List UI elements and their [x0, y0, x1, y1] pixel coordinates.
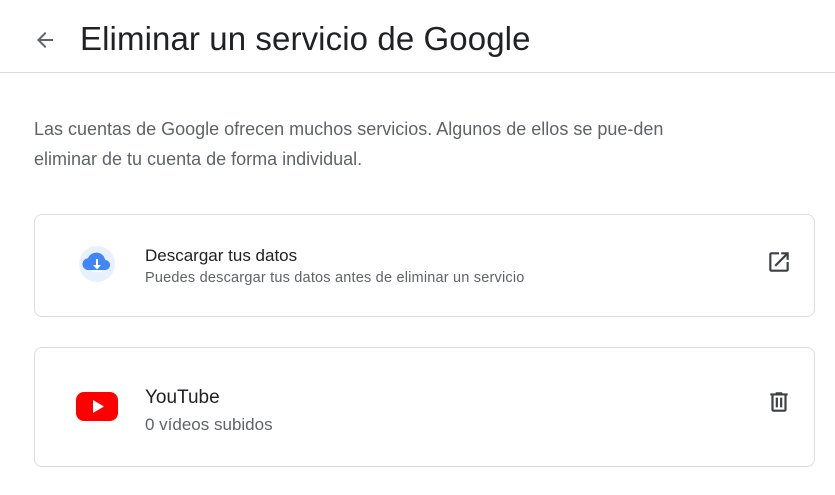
trash-icon — [770, 392, 788, 412]
intro-text: Las cuentas de Google ofrecen muchos ser… — [34, 119, 664, 169]
download-data-subtitle: Puedes descargar tus datos antes de elim… — [145, 270, 525, 286]
cloud-download-icon — [75, 242, 119, 286]
open-in-new-button[interactable] — [766, 249, 792, 275]
youtube-subtitle: 0 vídeos subidos — [145, 415, 273, 434]
youtube-service-card[interactable]: YouTube 0 vídeos subidos — [34, 347, 815, 467]
arrow-back-icon — [37, 32, 53, 48]
back-button[interactable] — [26, 21, 64, 59]
page-title: Eliminar un servicio de Google — [80, 20, 531, 57]
download-data-title: Descargar tus datos — [145, 246, 298, 265]
youtube-icon — [75, 384, 119, 428]
youtube-title: YouTube — [145, 387, 220, 408]
delete-youtube-button[interactable] — [766, 389, 792, 415]
open-in-new-icon — [769, 252, 789, 272]
app-header: Eliminar un servicio de Google — [0, 0, 835, 73]
download-data-card[interactable]: Descargar tus datos Puedes descargar tus… — [34, 214, 815, 317]
